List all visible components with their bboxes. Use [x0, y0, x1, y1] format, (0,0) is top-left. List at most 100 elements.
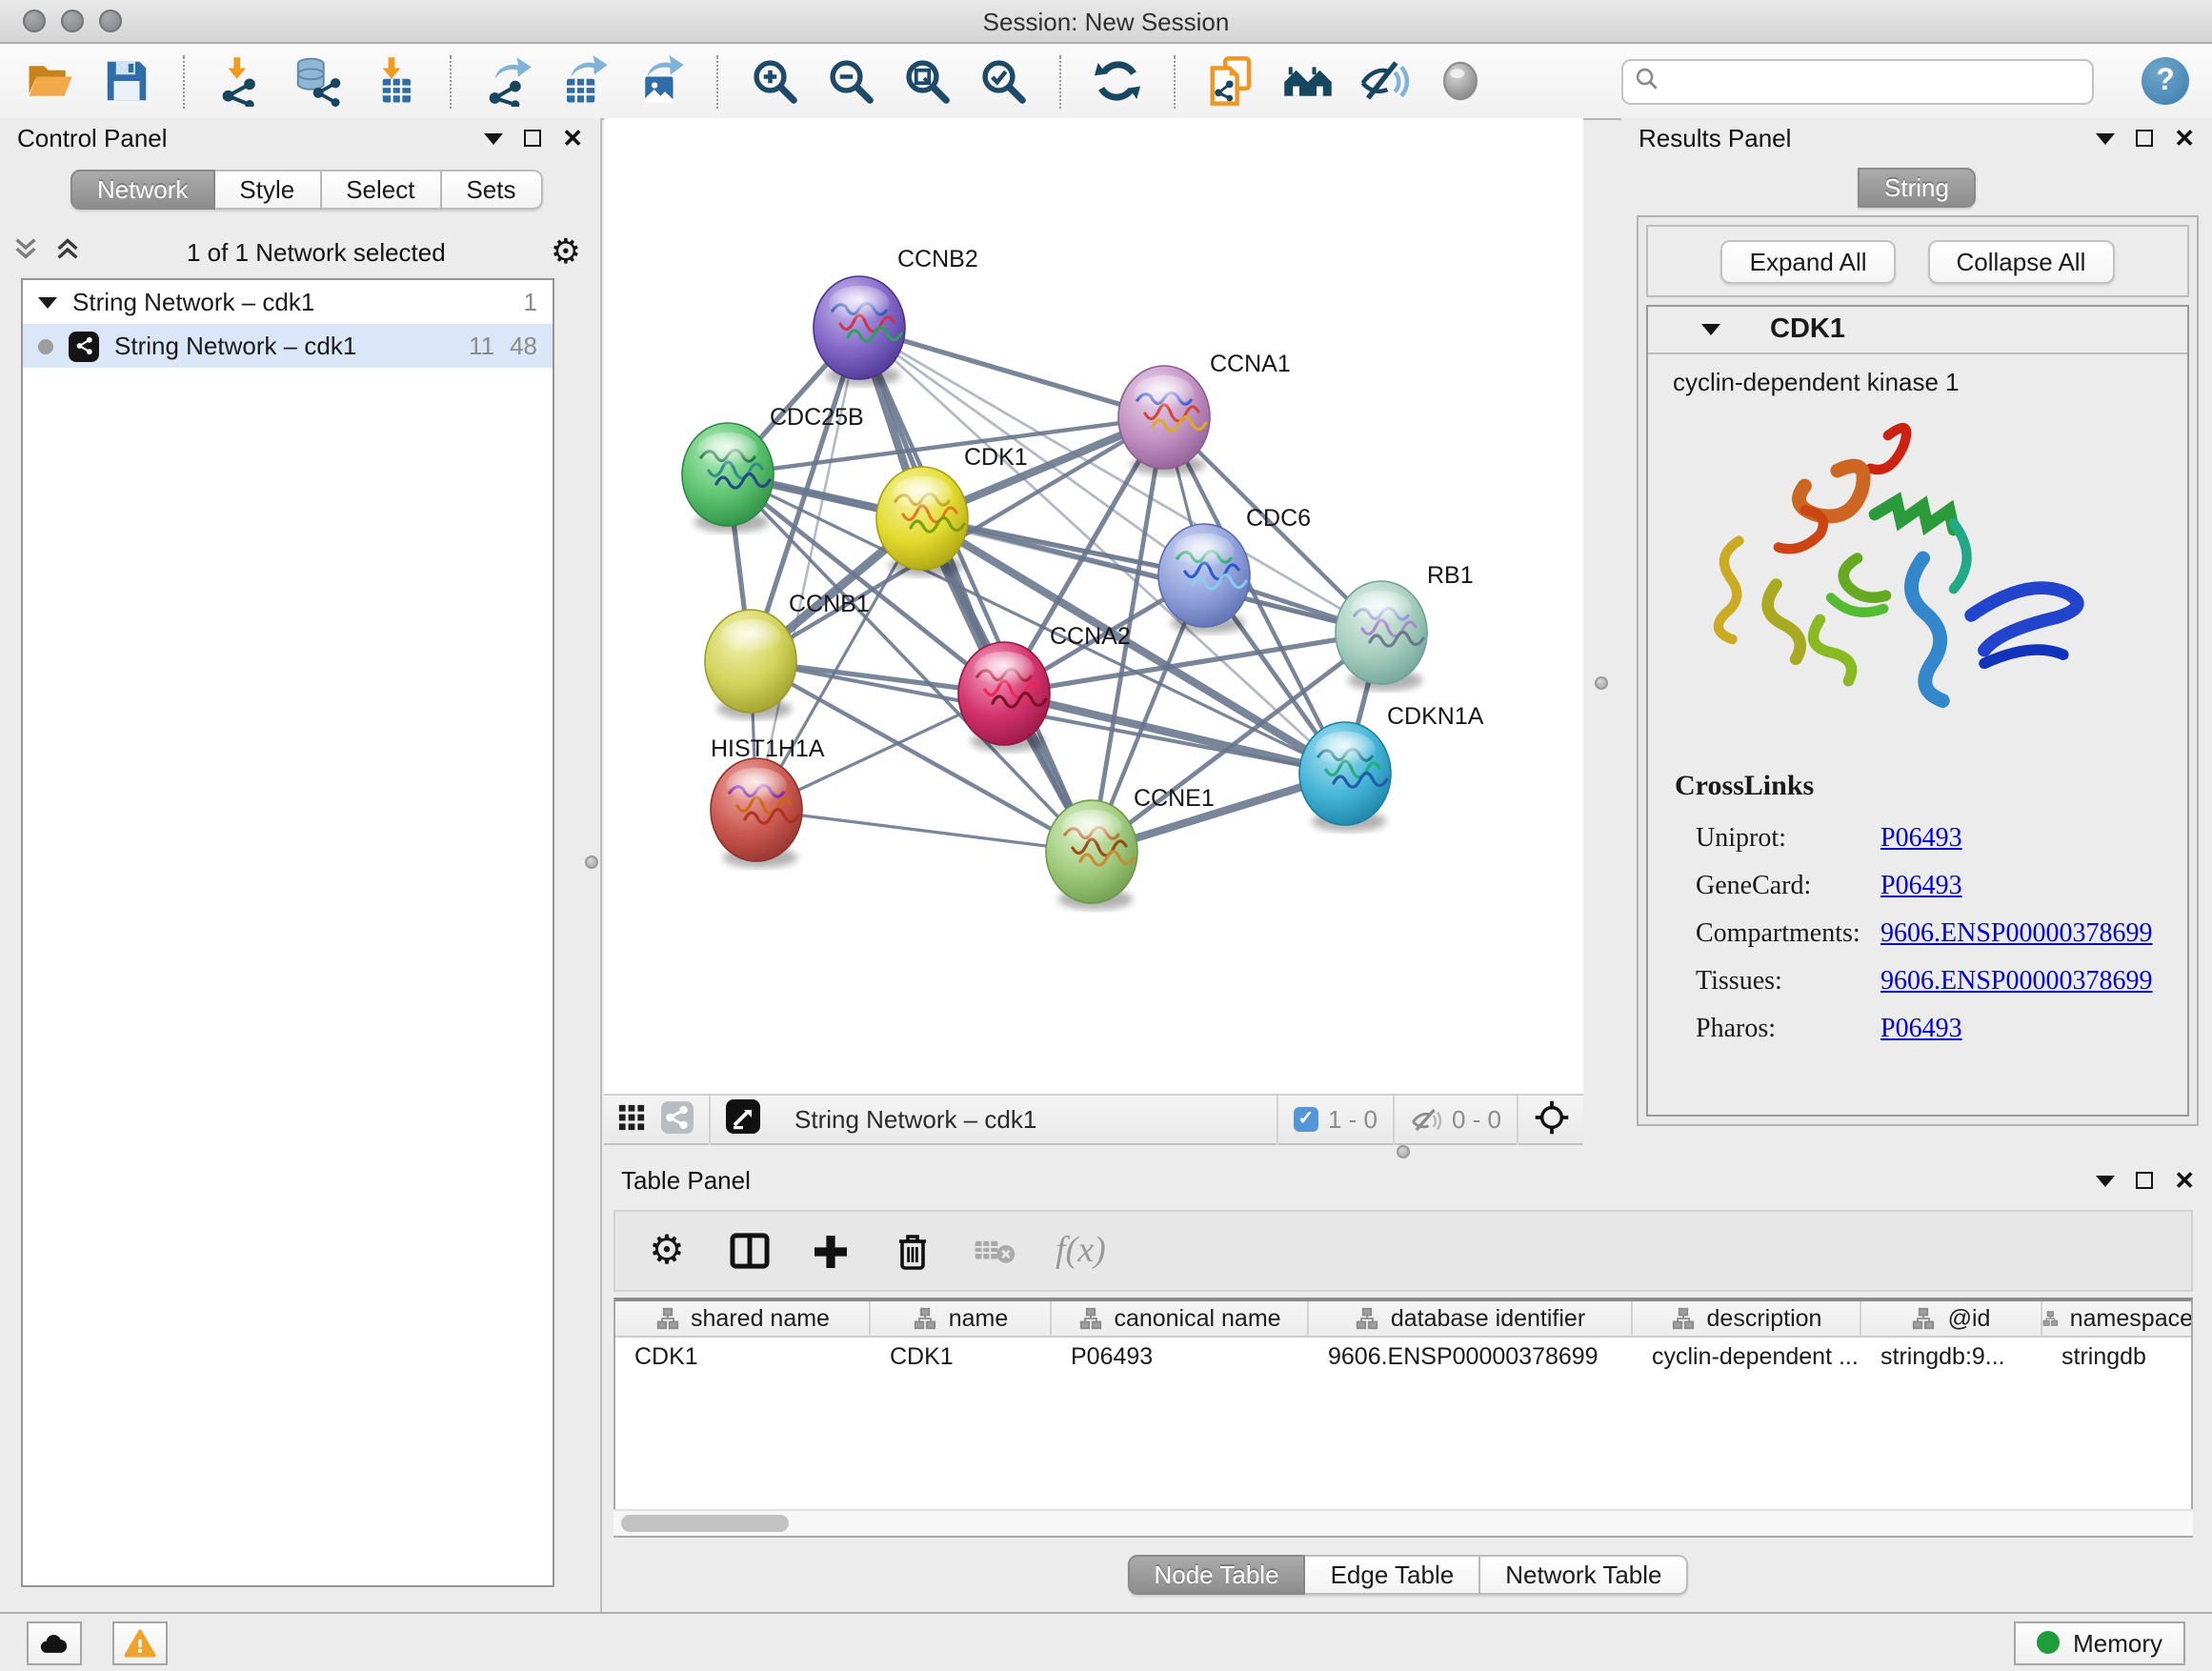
copy-network-icon[interactable] [1204, 53, 1259, 109]
network-collection-row[interactable]: String Network – cdk1 1 [23, 280, 553, 324]
network-node-RB1[interactable]: RB1 [1336, 562, 1474, 691]
tab-sets[interactable]: Sets [441, 170, 542, 210]
network-row-selected[interactable]: String Network – cdk1 11 48 [23, 324, 553, 368]
show-columns-icon[interactable] [728, 1230, 770, 1272]
expand-all-button[interactable]: Expand All [1721, 239, 1896, 283]
import-network-icon[interactable] [213, 53, 269, 109]
panel-float-icon[interactable] [2136, 130, 2153, 147]
table-cell[interactable]: stringdb:9... [1861, 1338, 2042, 1374]
nav-separator [1277, 1095, 1278, 1144]
network-node-CDC6[interactable]: CDC6 [1158, 505, 1311, 634]
table-cell[interactable]: P06493 [1052, 1338, 1309, 1374]
export-table-icon[interactable] [556, 53, 612, 109]
network-share-icon[interactable] [661, 1100, 694, 1138]
function-builder-icon[interactable]: f(x) [1056, 1230, 1106, 1272]
column-header-description[interactable]: description [1633, 1301, 1861, 1336]
import-network-database-icon[interactable] [290, 53, 345, 109]
genecard-link[interactable]: P06493 [1880, 863, 1962, 911]
gene-description: cyclin-dependent kinase 1 [1648, 354, 2187, 396]
bottom-splitter-handle[interactable] [1397, 1145, 1410, 1158]
open-session-button[interactable] [23, 53, 78, 109]
tab-string[interactable]: String [1858, 168, 1976, 208]
column-header-name[interactable]: name [871, 1301, 1052, 1336]
collapse-all-button[interactable]: Collapse All [1928, 239, 2115, 283]
column-header-namespace[interactable]: namespace [2042, 1301, 2193, 1336]
zoom-fit-icon[interactable] [899, 53, 955, 109]
network-node-CDKN1A[interactable]: CDKN1A [1299, 703, 1484, 832]
zoom-in-icon[interactable] [747, 53, 802, 109]
column-header-id[interactable]: @id [1861, 1301, 2042, 1336]
hide-eye-icon[interactable] [1357, 53, 1412, 109]
pharos-link[interactable]: P06493 [1880, 1006, 1962, 1054]
network-node-CCNB2[interactable]: CCNB2 [814, 246, 978, 386]
table-cell[interactable]: CDK1 [615, 1338, 871, 1374]
panel-collapse-icon[interactable] [484, 132, 503, 144]
network-options-gear-icon[interactable]: ⚙ [551, 234, 581, 269]
network-node-HIST1H1A[interactable]: HIST1H1A [711, 735, 825, 868]
selected-checkbox-icon[interactable]: ✓ [1294, 1107, 1318, 1132]
cloud-status-button[interactable] [27, 1621, 82, 1664]
compartments-link[interactable]: 9606.ENSP00000378699 [1880, 911, 2152, 958]
gene-expand-icon[interactable] [1701, 324, 1720, 335]
collapse-all-networks-icon[interactable] [11, 234, 40, 269]
maximize-window-button[interactable] [99, 10, 122, 32]
table-cell[interactable]: CDK1 [871, 1338, 1052, 1374]
expand-all-networks-icon[interactable] [53, 234, 82, 269]
collection-expand-icon[interactable] [38, 296, 57, 308]
minimize-window-button[interactable] [61, 10, 84, 32]
column-header-sharedname[interactable]: shared name [615, 1301, 871, 1336]
selected-nodes-badge: ✓1 - 0 [1294, 1105, 1377, 1134]
table-cell[interactable]: stringdb [2042, 1338, 2193, 1374]
close-window-button[interactable] [23, 10, 46, 32]
panel-close-icon[interactable]: ✕ [2174, 126, 2195, 151]
grid-view-icon[interactable] [617, 1102, 646, 1137]
help-button[interactable]: ? [2142, 57, 2189, 105]
panel-float-icon[interactable] [2136, 1172, 2153, 1189]
table-cell[interactable]: 9606.ENSP00000378699 [1309, 1338, 1633, 1374]
home-icon[interactable] [1280, 53, 1336, 109]
right-splitter-handle[interactable] [1595, 676, 1608, 690]
import-table-icon[interactable] [366, 53, 421, 109]
export-network-icon[interactable] [480, 53, 535, 109]
delete-column-icon[interactable] [892, 1230, 934, 1272]
add-column-icon[interactable] [810, 1230, 852, 1272]
panel-close-icon[interactable]: ✕ [562, 126, 583, 151]
tab-node-table[interactable]: Node Table [1127, 1555, 1305, 1595]
gene-section-header[interactable]: CDK1 [1648, 307, 2187, 354]
panel-collapse-icon[interactable] [2096, 1175, 2115, 1186]
node-position-icon[interactable] [1534, 1098, 1570, 1140]
panel-collapse-icon[interactable] [2096, 132, 2115, 144]
tab-network-table[interactable]: Network Table [1480, 1555, 1688, 1595]
network-canvas[interactable]: CCNB2CCNA1CDC25BCDK1CDC6RB1CCNB1CCNA2CDK… [604, 118, 1583, 1094]
window-title: Session: New Session [0, 7, 2212, 35]
tissues-link[interactable]: 9606.ENSP00000378699 [1880, 958, 2152, 1006]
column-header-databaseidentifier[interactable]: database identifier [1309, 1301, 1633, 1336]
panel-float-icon[interactable] [524, 130, 541, 147]
table-row[interactable]: CDK1CDK1P064939606.ENSP00000378699cyclin… [615, 1338, 2191, 1374]
zoom-out-icon[interactable] [823, 53, 878, 109]
refresh-icon[interactable] [1090, 53, 1145, 109]
show-eye-icon[interactable] [1433, 53, 1488, 109]
delete-table-icon[interactable] [974, 1230, 1016, 1272]
save-session-button[interactable] [99, 53, 154, 109]
tab-edge-table[interactable]: Edge Table [1306, 1555, 1481, 1595]
zoom-selected-icon[interactable] [975, 53, 1031, 109]
column-header-canonicalname[interactable]: canonical name [1052, 1301, 1309, 1336]
left-splitter-handle[interactable] [585, 856, 598, 869]
tab-network[interactable]: Network [70, 170, 214, 210]
search-input[interactable] [1669, 68, 2081, 94]
table-options-gear-icon[interactable]: ⚙ [646, 1230, 688, 1272]
warning-status-button[interactable] [112, 1621, 168, 1664]
table-horizontal-scrollbar[interactable] [613, 1509, 2193, 1536]
network-node-CDC25B[interactable]: CDC25B [682, 404, 864, 533]
scrollbar-thumb[interactable] [621, 1515, 789, 1532]
uniprot-link[interactable]: P06493 [1880, 815, 1962, 863]
birds-eye-view-icon[interactable] [726, 1099, 760, 1139]
table-cell[interactable]: cyclin-dependent ... [1633, 1338, 1861, 1374]
search-box[interactable] [1621, 58, 2094, 104]
memory-button[interactable]: Memory [2014, 1621, 2185, 1664]
tab-select[interactable]: Select [321, 170, 441, 210]
panel-close-icon[interactable]: ✕ [2174, 1168, 2195, 1193]
tab-style[interactable]: Style [214, 170, 321, 210]
export-image-icon[interactable] [633, 53, 688, 109]
